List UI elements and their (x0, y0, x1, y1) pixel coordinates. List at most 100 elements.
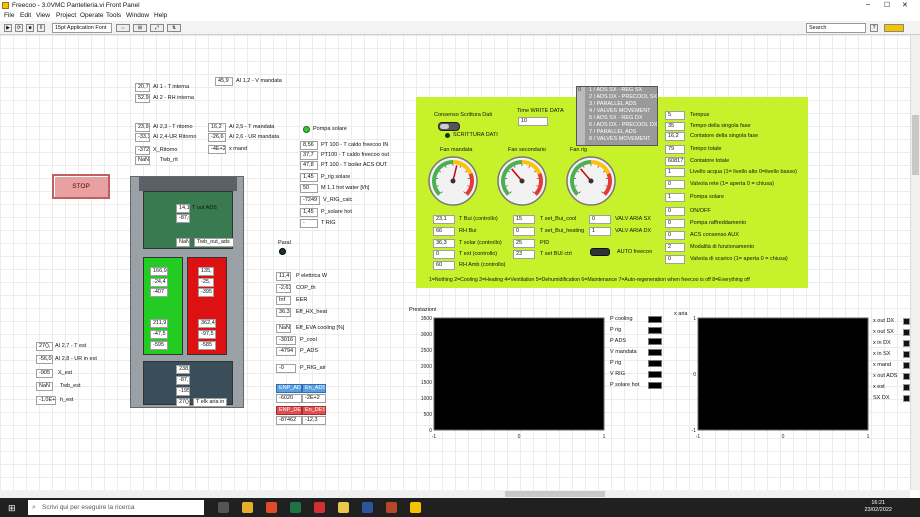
file-explorer-icon[interactable] (338, 502, 349, 513)
state-item[interactable]: 7 / PARALLEL ADS (589, 129, 636, 136)
control-value[interactable]: 36,3 (433, 239, 455, 248)
time-write-input[interactable]: 10 (518, 117, 548, 126)
menu-tools[interactable]: Tools (106, 12, 121, 19)
legend-checkbox[interactable] (903, 351, 910, 358)
taskbar-search-input[interactable]: Scrivi qui per eseguire la ricerca (28, 500, 204, 515)
fan-rig-gauge[interactable] (565, 155, 617, 207)
powerpoint-icon[interactable] (386, 502, 397, 513)
control-value[interactable]: 60 (433, 261, 455, 270)
taskbar-clock[interactable]: 16:21 23/02/2022 (864, 500, 892, 514)
task-view-icon[interactable] (218, 502, 229, 513)
menu-operate[interactable]: Operate (80, 12, 104, 19)
legend-swatch[interactable] (648, 316, 662, 323)
clock-time: 16:21 (871, 500, 886, 506)
red-lower-value: -585 (198, 341, 216, 350)
x-mand-value: -4E+2 (208, 145, 226, 154)
menu-view[interactable]: View (36, 12, 50, 19)
legend-swatch[interactable] (648, 338, 662, 345)
control-value[interactable]: 23,1 (433, 215, 455, 224)
windows-start-icon[interactable]: ⊞ (8, 503, 18, 513)
x-aria-graph[interactable]: 10-1-1 0 1 (674, 316, 870, 442)
valve-value[interactable]: 1 (589, 227, 611, 236)
control-value[interactable]: 0 (433, 250, 455, 259)
state-item[interactable]: 1 / ADS SX - REG SX (589, 87, 642, 94)
horizontal-scrollbar[interactable] (0, 490, 910, 498)
green-upper-value: 166,9 (150, 267, 168, 276)
legend-checkbox[interactable] (903, 329, 910, 336)
legend-checkbox[interactable] (903, 318, 910, 325)
setpoint-value[interactable]: 0 (513, 227, 535, 236)
align-icon[interactable]: ⇔ (116, 24, 130, 32)
resize-icon[interactable]: ⤢ (150, 24, 164, 32)
legend-checkbox[interactable] (903, 373, 910, 380)
minimize-icon[interactable]: – (866, 1, 870, 8)
reorder-icon[interactable]: ⇅ (167, 24, 181, 32)
excel-icon[interactable] (290, 502, 301, 513)
stop-button[interactable]: STOP (52, 174, 110, 199)
mode-value[interactable]: 0 (665, 255, 685, 264)
menu-help[interactable]: Help (154, 12, 167, 19)
legend-swatch[interactable] (648, 349, 662, 356)
legend-checkbox[interactable] (903, 395, 910, 402)
search-input[interactable]: Search (806, 23, 866, 33)
maximize-icon[interactable]: ☐ (884, 1, 890, 9)
pause-icon[interactable]: ‖ (37, 24, 45, 32)
sensor-label: PT 100 - T boiler ACS OUT (321, 162, 388, 168)
help-icon[interactable]: ? (870, 24, 878, 32)
legend-checkbox[interactable] (903, 384, 910, 391)
horizontal-scroll-thumb[interactable] (505, 491, 605, 497)
legend-checkbox[interactable] (903, 340, 910, 347)
run-arrow-icon[interactable]: ▶ (4, 24, 12, 32)
distribute-icon[interactable]: ⊞ (133, 24, 147, 32)
setpoint-value[interactable]: 23 (513, 250, 535, 259)
state-item[interactable]: 5 / ADS SX - REG DX (589, 115, 643, 122)
abort-icon[interactable]: ■ (26, 24, 34, 32)
word-icon[interactable] (362, 502, 373, 513)
menu-project[interactable]: Project (56, 12, 76, 19)
chrome-icon[interactable] (242, 502, 253, 513)
firefox-icon[interactable] (266, 502, 277, 513)
mode-value[interactable]: 2 (665, 243, 685, 252)
scrittura-toggle[interactable] (438, 122, 460, 131)
sensor-value: 8,56 (300, 141, 318, 150)
mode-value[interactable]: 0 (665, 219, 685, 228)
menu-file[interactable]: File (4, 12, 14, 19)
menu-window[interactable]: Window (126, 12, 149, 19)
mode-value[interactable]: 0 (665, 231, 685, 240)
run-continuously-icon[interactable]: ⟳ (15, 24, 23, 32)
auto-freecoo-toggle[interactable] (590, 248, 610, 256)
vertical-scroll-thumb[interactable] (912, 115, 919, 175)
menu-edit[interactable]: Edit (20, 12, 31, 19)
legend-swatch[interactable] (648, 360, 662, 367)
control-value[interactable]: 66 (433, 227, 455, 236)
counter-label: Contatore totale (690, 158, 730, 164)
legend-checkbox[interactable] (903, 362, 910, 369)
state-index (577, 87, 585, 145)
fan-secondario-gauge[interactable] (496, 155, 548, 207)
twb-est-label: Twb_est (60, 383, 81, 389)
close-icon[interactable]: ✕ (902, 1, 908, 9)
acrobat-icon[interactable] (314, 502, 325, 513)
setpoint-value[interactable]: 15 (513, 215, 535, 224)
valve-value[interactable]: 0 (589, 215, 611, 224)
vertical-scrollbar[interactable] (910, 35, 920, 490)
setpoint-label: T set_Bui_cool (540, 216, 577, 222)
mode-value[interactable]: 0 (665, 207, 685, 216)
labview-icon[interactable] (410, 502, 421, 513)
h-est-value: -1,0E+ (36, 396, 56, 405)
legend-swatch[interactable] (648, 371, 662, 378)
state-item[interactable]: 6 / ADS DX - PRECOOL DX (589, 122, 658, 129)
state-item[interactable]: 3 / PARALLEL ADS (589, 101, 636, 108)
legend-swatch[interactable] (648, 382, 662, 389)
state-item[interactable]: 4 / VALVES MOVEMENT (589, 108, 651, 115)
font-select[interactable]: 15pt Application Font (52, 23, 112, 33)
perf-value: 11,4 (276, 272, 291, 281)
legend-swatch[interactable] (648, 327, 662, 334)
state-item[interactable]: 2 / ADS DX - PRECOOL SX (589, 94, 657, 101)
state-item[interactable]: 8 / VALVES MOVEMENT (589, 136, 651, 143)
y-tick-label: 1 (693, 316, 696, 322)
twb-est-value: NaN (36, 382, 53, 391)
fan-mandata-gauge[interactable] (427, 155, 479, 207)
prestazioni-graph[interactable]: 3500300025002000150010005000-1 0 1 (410, 316, 606, 442)
setpoint-value[interactable]: 25 (513, 239, 535, 248)
